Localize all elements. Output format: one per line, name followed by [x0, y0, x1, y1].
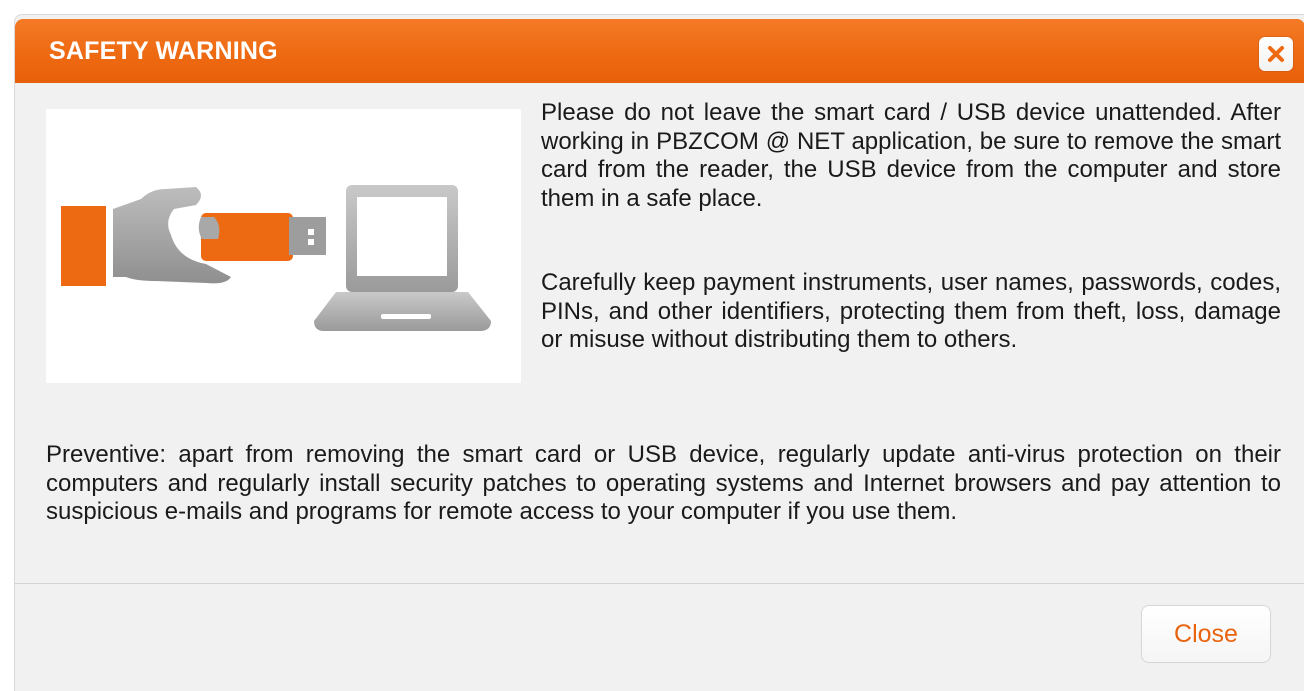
- safety-warning-dialog: SAFETY WARNING Please do not leave the s…: [14, 14, 1304, 691]
- laptop-base-shape: [314, 292, 491, 331]
- warning-paragraph-device: Please do not leave the smart card / USB…: [541, 99, 1281, 212]
- laptop-display-shape: [357, 197, 447, 276]
- usb-device-laptop-illustration: [46, 109, 521, 383]
- sleeve-shape: [61, 206, 106, 286]
- usb-connector-shape: [289, 217, 326, 255]
- close-x-button[interactable]: [1259, 37, 1293, 71]
- dialog-titlebar: SAFETY WARNING: [15, 19, 1304, 83]
- usb-pin-shape: [308, 229, 314, 235]
- warning-paragraph-preventive: Preventive: apart from removing the smar…: [46, 441, 1281, 525]
- dialog-title: SAFETY WARNING: [49, 37, 278, 65]
- thumb-shape: [198, 217, 220, 239]
- laptop-trackpad-shape: [381, 314, 431, 319]
- usb-pin-shape: [308, 239, 314, 245]
- close-button[interactable]: Close: [1141, 605, 1271, 663]
- close-x-icon: [1268, 46, 1284, 62]
- footer-divider: [15, 583, 1304, 584]
- warning-paragraph-credentials: Carefully keep payment instruments, user…: [541, 269, 1281, 353]
